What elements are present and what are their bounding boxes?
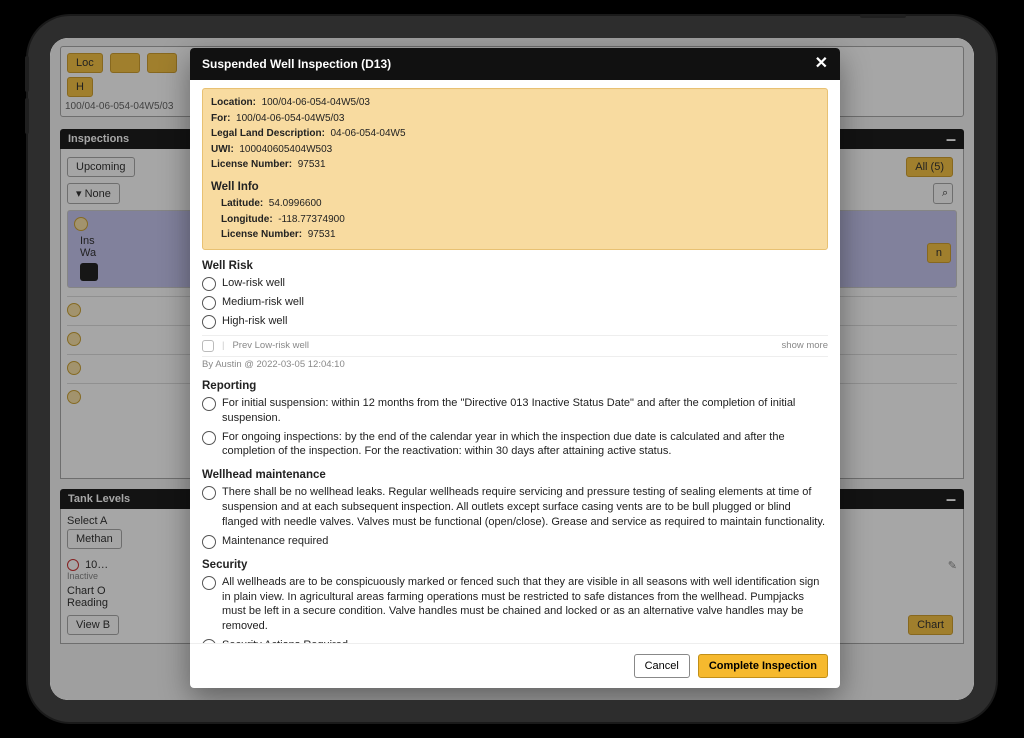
- power-button: [860, 14, 906, 18]
- risk-low-radio[interactable]: [202, 277, 216, 291]
- wellhead-opt1-label: There shall be no wellhead leaks. Regula…: [222, 485, 828, 530]
- reporting-opt1-label: For initial suspension: within 12 months…: [222, 396, 828, 426]
- risk-medium-label: Medium-risk well: [222, 295, 828, 310]
- wellhead-opt2-label: Maintenance required: [222, 534, 828, 549]
- inspection-modal: Suspended Well Inspection (D13) ✕ Locati…: [190, 48, 840, 688]
- volume-up-button: [25, 56, 29, 92]
- byline-text: By Austin @ 2022-03-05 12:04:10: [202, 359, 828, 370]
- show-more-link[interactable]: show more: [782, 340, 828, 351]
- risk-high-radio[interactable]: [202, 315, 216, 329]
- modal-body: Location: 100/04-06-054-04W5/03 For: 100…: [190, 80, 840, 643]
- reporting-opt2-label: For ongoing inspections: by the end of t…: [222, 430, 828, 460]
- prev-value-text: Prev Low-risk well: [232, 340, 309, 351]
- well-risk-heading: Well Risk: [202, 260, 828, 272]
- security-heading: Security: [202, 559, 828, 571]
- volume-down-button: [25, 98, 29, 134]
- risk-medium-radio[interactable]: [202, 296, 216, 310]
- modal-title: Suspended Well Inspection (D13): [202, 57, 391, 71]
- reporting-heading: Reporting: [202, 380, 828, 392]
- security-opt1-label: All wellheads are to be conspicuously ma…: [222, 575, 828, 634]
- complete-inspection-button[interactable]: Complete Inspection: [698, 654, 828, 678]
- history-icon[interactable]: [202, 340, 214, 352]
- wellhead-opt1-radio[interactable]: [202, 486, 216, 500]
- close-icon[interactable]: ✕: [815, 56, 828, 72]
- reporting-opt2-radio[interactable]: [202, 431, 216, 445]
- wellhead-heading: Wellhead maintenance: [202, 469, 828, 481]
- well-risk-meta: | Prev Low-risk well show more: [202, 335, 828, 357]
- cancel-button[interactable]: Cancel: [634, 654, 690, 678]
- well-info-banner: Location: 100/04-06-054-04W5/03 For: 100…: [202, 88, 828, 250]
- risk-high-label: High-risk well: [222, 314, 828, 329]
- modal-footer: Cancel Complete Inspection: [190, 643, 840, 688]
- tablet-frame: Loc H 100/04-06-054-04W5/03 Inspections …: [28, 16, 996, 722]
- security-opt1-radio[interactable]: [202, 576, 216, 590]
- reporting-opt1-radio[interactable]: [202, 397, 216, 411]
- tablet-screen: Loc H 100/04-06-054-04W5/03 Inspections …: [50, 38, 974, 700]
- wellhead-opt2-radio[interactable]: [202, 535, 216, 549]
- risk-low-label: Low-risk well: [222, 276, 828, 291]
